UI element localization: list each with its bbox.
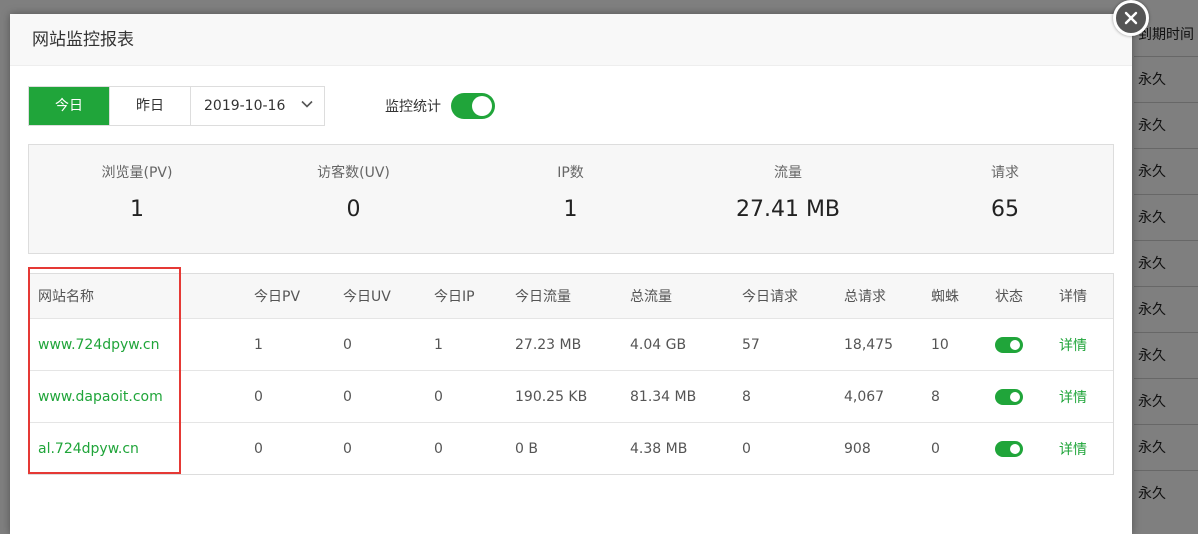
today-button[interactable]: 今日 xyxy=(29,87,110,125)
dialog-header: 网站监控报表 xyxy=(10,14,1132,66)
column-header-today-requests: 今日请求 xyxy=(742,289,798,305)
detail-link[interactable]: 详情 xyxy=(1059,439,1087,459)
stat-value: 65 xyxy=(991,197,1019,222)
cell-total-traffic: 81.34 MB xyxy=(630,388,697,405)
cell-total-traffic: 4.38 MB xyxy=(630,440,688,457)
column-header-status: 状态 xyxy=(995,289,1023,305)
yesterday-button[interactable]: 昨日 xyxy=(110,87,191,125)
cell-total-requests: 4,067 xyxy=(844,388,885,405)
cell-today-ip: 0 xyxy=(434,440,443,457)
chevron-down-icon xyxy=(300,97,314,115)
cell-today-pv: 1 xyxy=(254,336,263,353)
cell-today-pv: 0 xyxy=(254,388,263,405)
toolbar: 今日 昨日 2019-10-16 监控统计 xyxy=(28,86,495,126)
cell-total-requests: 18,475 xyxy=(844,336,893,353)
detail-link[interactable]: 详情 xyxy=(1059,387,1087,407)
column-header-today-uv: 今日UV xyxy=(343,289,391,305)
cell-today-traffic: 190.25 KB xyxy=(515,388,588,405)
stat-value: 1 xyxy=(563,197,578,222)
stat-label: 流量 xyxy=(774,165,802,181)
close-icon xyxy=(1123,10,1139,26)
cell-today-uv: 0 xyxy=(343,440,352,457)
cell-spider: 0 xyxy=(931,440,940,457)
site-name-link[interactable]: www.dapaoit.com xyxy=(38,389,163,405)
stat-label: 请求 xyxy=(991,165,1019,181)
cell-today-pv: 0 xyxy=(254,440,263,457)
cell-today-uv: 0 xyxy=(343,336,352,353)
site-name-link[interactable]: al.724dpyw.cn xyxy=(38,441,139,457)
stat-value: 0 xyxy=(346,197,361,222)
cell-today-ip: 0 xyxy=(434,388,443,405)
stat-label: 访客数(UV) xyxy=(317,165,390,181)
table-header-row: 网站名称 今日PV 今日UV 今日IP 今日流量 总流量 今日请求 总请求 蜘蛛… xyxy=(29,274,1113,318)
column-header-today-ip: 今日IP xyxy=(434,289,475,305)
stat-pv: 浏览量(PV) 1 xyxy=(29,145,245,253)
status-toggle[interactable] xyxy=(995,336,1023,353)
column-header-today-pv: 今日PV xyxy=(254,289,301,305)
column-header-total-traffic: 总流量 xyxy=(630,289,672,305)
site-monitor-dialog: 网站监控报表 今日 昨日 2019-10-16 监控统计 浏览量(PV) 1 访… xyxy=(10,14,1132,534)
column-header-detail: 详情 xyxy=(1059,289,1087,305)
column-header-today-traffic: 今日流量 xyxy=(515,289,571,305)
status-toggle[interactable] xyxy=(995,388,1023,405)
stat-traffic: 流量 27.41 MB xyxy=(679,145,897,253)
stat-requests: 请求 65 xyxy=(897,145,1113,253)
monitor-stats-toggle[interactable] xyxy=(451,93,495,119)
stat-uv: 访客数(UV) 0 xyxy=(245,145,462,253)
stat-value: 27.41 MB xyxy=(735,197,841,222)
monitor-stats-label: 监控统计 xyxy=(385,99,441,115)
cell-today-requests: 0 xyxy=(742,440,751,457)
detail-link[interactable]: 详情 xyxy=(1059,335,1087,355)
site-name-link[interactable]: www.724dpyw.cn xyxy=(38,337,159,353)
cell-total-traffic: 4.04 GB xyxy=(630,336,687,353)
site-stats-table: 网站名称 今日PV 今日UV 今日IP 今日流量 总流量 今日请求 总请求 蜘蛛… xyxy=(28,273,1114,475)
table-row: al.724dpyw.cn 0 0 0 0 B 4.38 MB 0 908 0 … xyxy=(29,422,1113,474)
dialog-title: 网站监控报表 xyxy=(32,30,134,50)
status-toggle[interactable] xyxy=(995,440,1023,457)
stat-value: 1 xyxy=(130,197,144,222)
stat-label: 浏览量(PV) xyxy=(101,165,173,181)
cell-spider: 8 xyxy=(931,388,940,405)
date-select[interactable]: 2019-10-16 xyxy=(191,87,324,125)
table-row: www.dapaoit.com 0 0 0 190.25 KB 81.34 MB… xyxy=(29,370,1113,422)
cell-today-uv: 0 xyxy=(343,388,352,405)
cell-today-requests: 8 xyxy=(742,388,751,405)
date-range-selector: 今日 昨日 2019-10-16 xyxy=(28,86,325,126)
stat-ip: IP数 1 xyxy=(462,145,679,253)
cell-today-traffic: 27.23 MB xyxy=(515,336,582,353)
cell-total-requests: 908 xyxy=(844,440,871,457)
cell-today-traffic: 0 B xyxy=(515,440,538,457)
date-value: 2019-10-16 xyxy=(204,98,286,114)
cell-spider: 10 xyxy=(931,336,949,353)
stat-label: IP数 xyxy=(557,165,584,181)
cell-today-requests: 57 xyxy=(742,336,760,353)
column-header-total-requests: 总请求 xyxy=(844,289,886,305)
column-header-spider: 蜘蛛 xyxy=(931,289,959,305)
stats-summary: 浏览量(PV) 1 访客数(UV) 0 IP数 1 流量 27.41 MB 请求… xyxy=(28,144,1114,254)
cell-today-ip: 1 xyxy=(434,336,443,353)
table-row: www.724dpyw.cn 1 0 1 27.23 MB 4.04 GB 57… xyxy=(29,318,1113,370)
column-header-site: 网站名称 xyxy=(38,289,94,305)
close-button[interactable] xyxy=(1113,0,1149,36)
